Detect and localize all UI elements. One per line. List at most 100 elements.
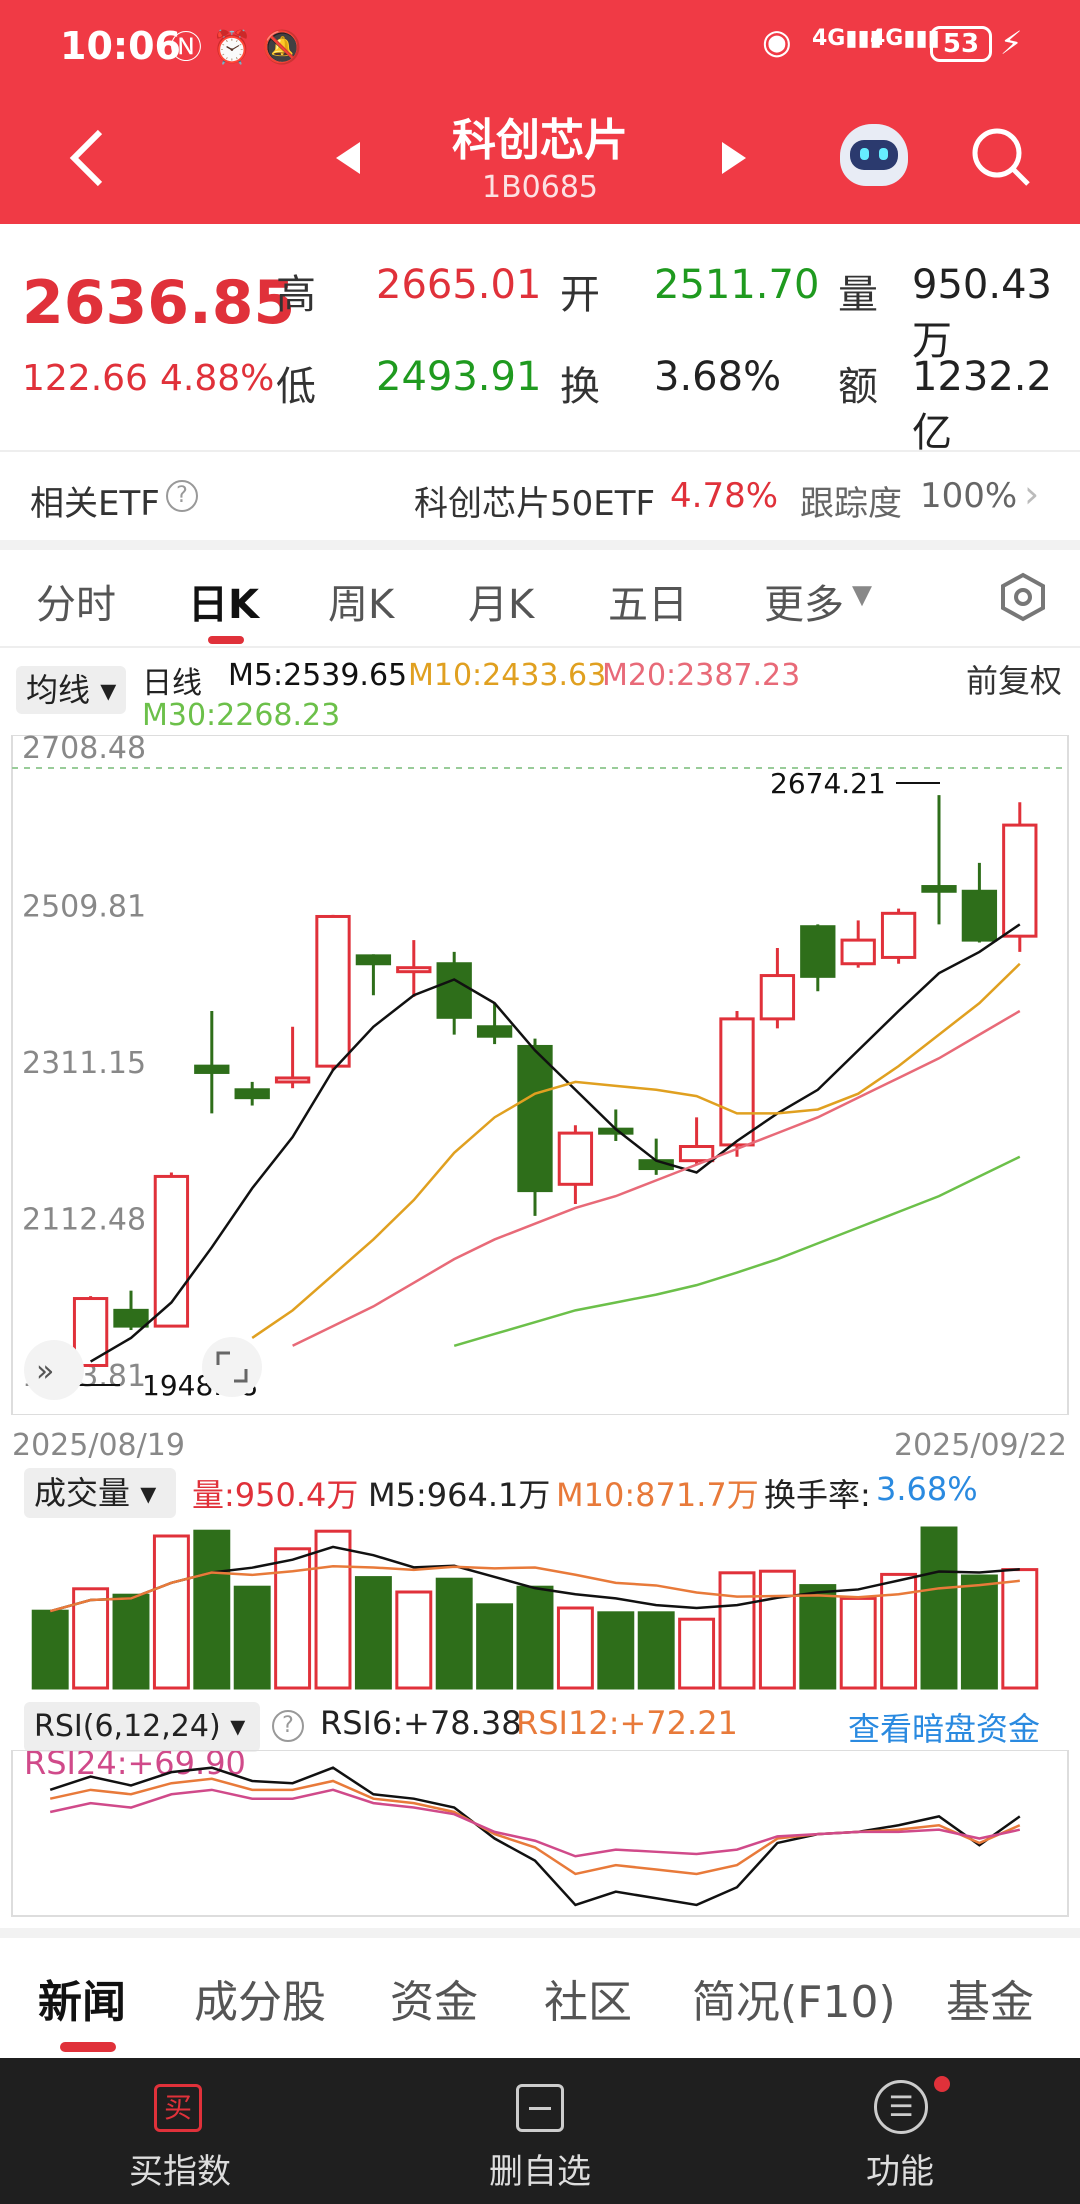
stat-label: 开 [560, 272, 600, 318]
tab-4[interactable]: 五日 [608, 572, 688, 630]
candle [800, 924, 836, 992]
dark-pool-link[interactable]: 查看暗盘资金 [848, 1704, 1040, 1750]
volume-bar [920, 1526, 958, 1690]
help-icon[interactable]: ? [166, 480, 198, 512]
ma20-value: M20:2387.23 [602, 658, 801, 693]
rsi-help-icon[interactable]: ? [272, 1710, 304, 1742]
y-tick-label: 2708.48 [22, 735, 146, 766]
adjust-toggle[interactable]: 前复权 [966, 656, 1062, 702]
robot-assistant-icon[interactable] [840, 124, 908, 186]
candle [194, 1011, 230, 1114]
ma30-value: M30:2268.23 [142, 698, 341, 733]
buy-icon[interactable]: 买 [154, 2084, 202, 2132]
track-label: 跟踪度 [800, 484, 902, 524]
y-tick-label: 2509.81 [22, 890, 146, 925]
volume-value: 量:950.4万 [192, 1476, 359, 1514]
candle [598, 1109, 634, 1141]
stat-label: 量 [838, 272, 878, 318]
buy-index-button[interactable]: 买指数 [120, 2144, 240, 2193]
candle [1002, 802, 1038, 952]
y-tick-label: 2112.48 [22, 1202, 146, 1237]
news-tab-4[interactable]: 简况(F10) [692, 1966, 896, 2030]
charging-icon: ⚡ [1000, 24, 1023, 62]
news-tab-3[interactable]: 社区 [544, 1966, 632, 2030]
stat-value: 2665.01 [376, 262, 542, 308]
rsi-chart[interactable] [0, 1750, 1080, 1918]
page-title: 科创芯片 [452, 115, 628, 166]
tab-2[interactable]: 周K [328, 572, 394, 630]
volume-bar [354, 1576, 392, 1690]
candle [638, 1138, 674, 1175]
turnover-label: 换手率: [764, 1476, 871, 1514]
tab-0[interactable]: 分时 [36, 572, 116, 630]
volume-bar [476, 1603, 514, 1690]
volume-dropdown[interactable]: 成交量 ▾ [24, 1468, 176, 1518]
candle [274, 1026, 311, 1089]
rsi6-value: RSI6:+78.38 [320, 1704, 522, 1742]
candle [719, 1011, 755, 1157]
stat-value: 3.68% [654, 354, 782, 400]
notification-dot [934, 2076, 950, 2092]
bottom-bar: 买 买指数 删自选 ☰ 功能 [0, 2058, 1080, 2204]
track-value: 100% [920, 476, 1018, 516]
candle [678, 1117, 715, 1165]
stat-value: 1232.2亿 [912, 354, 1052, 456]
search-icon[interactable] [970, 126, 1032, 188]
volume-bar [960, 1574, 998, 1690]
etf-name[interactable]: 科创芯片50ETF [414, 476, 655, 525]
candle [557, 1125, 594, 1205]
candle [880, 908, 917, 964]
settings-hexagon-icon[interactable] [998, 572, 1048, 622]
high-label: 2674.21 [770, 767, 886, 800]
minus-box-icon[interactable] [516, 2084, 564, 2132]
rsi-frame [11, 1750, 1069, 1917]
news-tab-5[interactable]: 基金 [946, 1966, 1034, 2030]
volume-bar [516, 1585, 554, 1690]
volume-bar [233, 1585, 271, 1690]
volume-bar [799, 1584, 837, 1690]
candle [436, 951, 472, 1035]
tab-3[interactable]: 月K [468, 572, 534, 630]
stat-label: 换 [560, 364, 600, 410]
news-tab-0[interactable]: 新闻 [38, 1966, 126, 2030]
volume-bar [758, 1569, 796, 1690]
candle [840, 920, 876, 968]
candle [315, 914, 351, 1071]
ma-dropdown[interactable]: 均线 ▾ [16, 666, 126, 714]
back-icon[interactable] [66, 126, 106, 190]
triangle-left-icon[interactable] [334, 140, 364, 176]
scroll-left-icon: » [24, 1340, 84, 1400]
tab-more[interactable]: 更多 [764, 572, 844, 630]
candle [517, 1038, 553, 1216]
tab-1[interactable]: 日K [188, 572, 259, 630]
notification-icons: Ⓝ ⏰ 🔕 [170, 28, 303, 66]
turnover-value: 3.68% [876, 1470, 978, 1508]
candle [396, 940, 432, 997]
stat-label: 额 [838, 364, 878, 410]
stat-value: 2493.91 [376, 354, 542, 400]
news-tab-1[interactable]: 成分股 [194, 1966, 326, 2030]
price-change-pct: 4.88% [160, 358, 275, 399]
candle [759, 947, 796, 1029]
volume-bar [152, 1534, 190, 1690]
kline-chart[interactable]: 2708.482509.812311.152112.481913.812674.… [0, 735, 1080, 1415]
current-price: 2636.85 [22, 268, 296, 338]
y-tick-label: 2311.15 [22, 1046, 146, 1081]
volume-bar [718, 1571, 756, 1690]
volume-bar [597, 1611, 635, 1690]
chevron-right-icon[interactable]: › [1024, 472, 1039, 516]
status-time: 10:06 [60, 24, 181, 68]
functions-button[interactable]: 功能 [840, 2144, 960, 2193]
etf-label: 相关ETF [30, 484, 160, 524]
remove-watchlist-button[interactable]: 删自选 [480, 2144, 600, 2193]
volume-bar [637, 1611, 675, 1690]
more-dropdown-icon: ▼ [852, 580, 872, 610]
volume-bar [1001, 1568, 1039, 1690]
expand-icon [202, 1337, 262, 1397]
ma10-line [251, 962, 1021, 1339]
news-tab-2[interactable]: 资金 [390, 1966, 478, 2030]
volume-chart[interactable] [0, 1520, 1080, 1690]
volume-bar [678, 1617, 716, 1690]
menu-circle-icon[interactable]: ☰ [874, 2080, 928, 2134]
triangle-right-icon[interactable] [718, 140, 748, 176]
